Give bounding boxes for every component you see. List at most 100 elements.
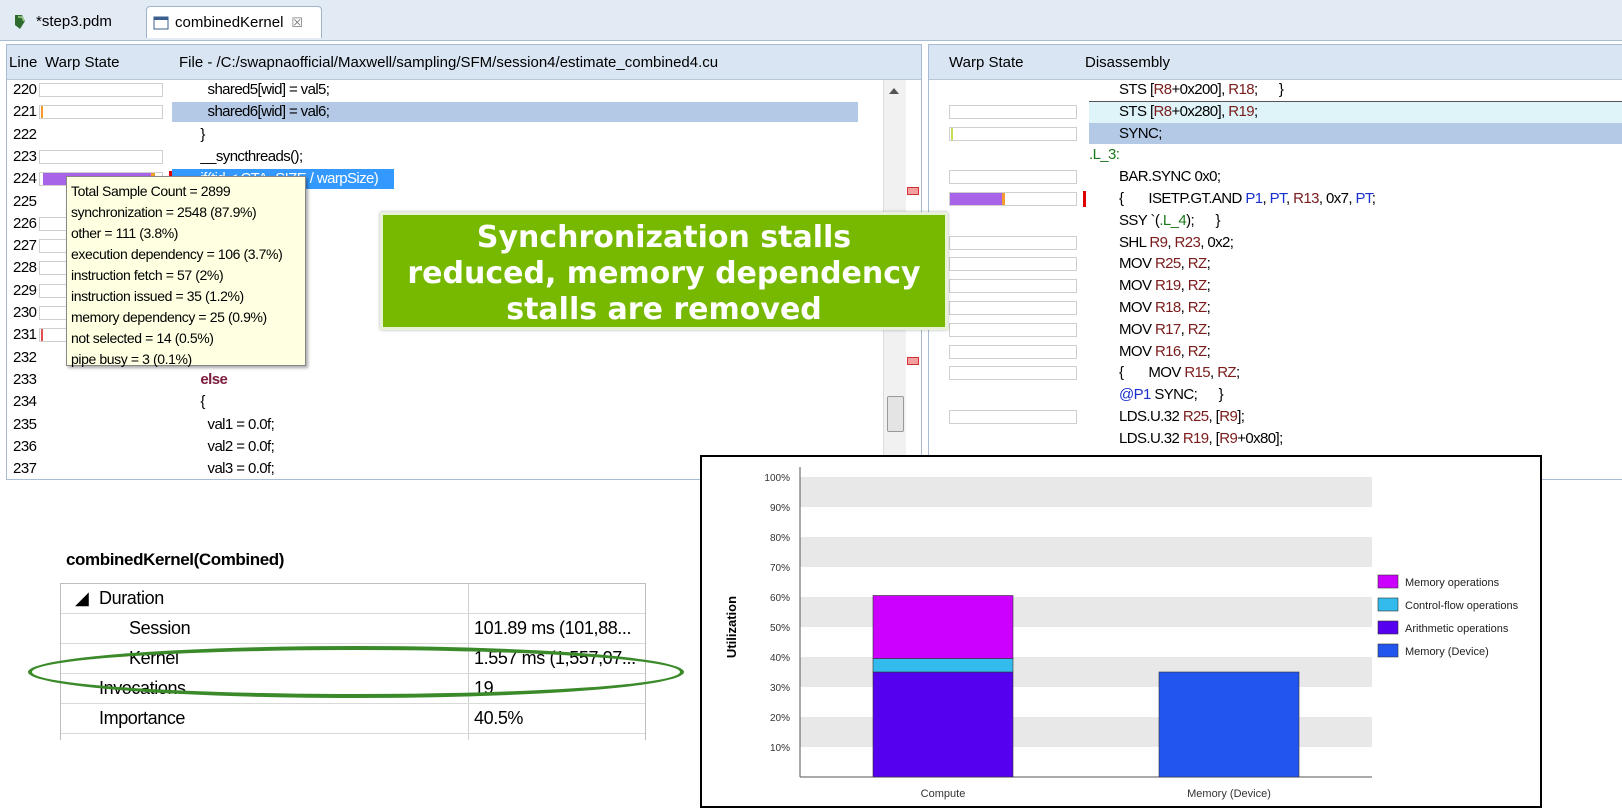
tab-combined-kernel[interactable]: combinedKernel ☒: [146, 6, 322, 38]
warp-state-bar[interactable]: [949, 322, 1077, 337]
source-line[interactable]: 233 else: [7, 369, 883, 391]
code-token: ;: [1206, 277, 1211, 295]
warp-state-bar[interactable]: [949, 410, 1077, 424]
scroll-up-arrow-icon[interactable]: [889, 88, 899, 94]
marker-tick[interactable]: [907, 357, 919, 365]
property-group-duration[interactable]: ◢ Duration: [61, 584, 645, 614]
scroll-thumb[interactable]: [887, 396, 904, 432]
disassembly-line[interactable]: MOV R18, RZ;: [929, 297, 1622, 319]
disassembly-line[interactable]: SHL R9, R23, 0x2;: [929, 232, 1622, 254]
warp-state-bar[interactable]: [949, 235, 1077, 250]
code-token: STS [: [1119, 81, 1154, 98]
code-token: +0x280],: [1171, 102, 1229, 120]
disassembly-code: STS [R8+0x280], R19;: [1119, 101, 1258, 123]
source-line[interactable]: 222 }: [7, 124, 883, 146]
code-token: MOV: [1119, 342, 1155, 360]
code-token: ,: [1167, 233, 1175, 251]
source-code: else: [179, 370, 228, 388]
warp-state-bar[interactable]: [949, 301, 1077, 315]
code-token: ;: [1206, 299, 1211, 316]
code-token: .L_4: [1159, 211, 1187, 229]
editor-tab-bar: *step3.pdm combinedKernel ☒: [0, 0, 1622, 41]
y-tick-label: 10%: [770, 743, 790, 754]
code-token: R15: [1184, 364, 1211, 382]
disassembly-code: MOV R18, RZ;: [1119, 297, 1211, 319]
source-line[interactable]: 220 shared5[wid] = val5;: [7, 79, 883, 101]
code-token: R25: [1182, 408, 1209, 425]
column-header-line[interactable]: Line: [9, 54, 37, 71]
collapse-triangle-icon[interactable]: ◢: [75, 588, 89, 609]
disassembly-line[interactable]: LDS.U.32 R25, [R9];: [929, 406, 1622, 428]
disassembly-line[interactable]: STS [R8+0x280], R19;: [929, 100, 1622, 123]
disassembly-line[interactable]: SSY `(.L_4); }: [929, 210, 1622, 232]
code-token: ,: [1180, 255, 1188, 273]
disassembly-line[interactable]: STS [R8+0x200], R18; }: [929, 79, 1622, 101]
bar-segment[interactable]: [872, 671, 1014, 778]
disassembly-code: LDS.U.32 R19, [R9+0x80];: [1119, 428, 1283, 450]
code-token: ;: [1206, 342, 1211, 360]
disassembly-line[interactable]: MOV R17, RZ;: [929, 319, 1622, 341]
legend-swatch: [1377, 620, 1399, 635]
disassembly-line[interactable]: @P1 SYNC; }: [929, 384, 1622, 406]
properties-title: combinedKernel(Combined): [66, 550, 285, 569]
disassembly-line[interactable]: MOV R19, RZ;: [929, 275, 1622, 297]
column-header-disassembly[interactable]: Disassembly: [1085, 54, 1170, 71]
source-code: {: [179, 393, 205, 411]
y-axis-label: Utilization: [724, 596, 739, 658]
code-token: RZ: [1187, 320, 1207, 338]
code-token: ;: [1206, 255, 1211, 273]
code-token: ,: [1180, 277, 1188, 295]
warp-state-bar[interactable]: [949, 366, 1077, 381]
line-number: 222: [13, 125, 37, 143]
disassembly-line[interactable]: SYNC;: [929, 122, 1622, 145]
disassembly-code: { MOV R15, RZ;: [1119, 362, 1240, 384]
warp-state-bar[interactable]: [949, 257, 1077, 272]
bar-segment[interactable]: [872, 658, 1014, 673]
column-header-warp-state[interactable]: Warp State: [45, 54, 119, 71]
code-token: R16: [1154, 342, 1181, 360]
disassembly-line[interactable]: MOV R25, RZ;: [929, 253, 1622, 275]
bar-segment[interactable]: [872, 595, 1014, 659]
legend-label: Control-flow operations: [1405, 600, 1519, 612]
warp-state-bar[interactable]: [949, 126, 1077, 141]
column-header-warp-state[interactable]: Warp State: [949, 54, 1023, 71]
tab-step3-pdm[interactable]: *step3.pdm: [6, 6, 140, 37]
tooltip-line: pipe busy = 3 (0.1%): [71, 351, 192, 367]
code-token: .L_3:: [1089, 146, 1120, 164]
source-line[interactable]: 221 shared6[wid] = val6;: [7, 101, 883, 123]
property-row-session[interactable]: Session 101.89 ms (101,88...: [61, 614, 645, 644]
bar-segment[interactable]: [1158, 671, 1300, 778]
warp-state-bar[interactable]: [949, 279, 1077, 294]
marker-tick[interactable]: [907, 187, 919, 195]
code-token: MOV: [1119, 277, 1155, 295]
warp-state-bar[interactable]: [39, 105, 163, 120]
x-tick-label: Memory (Device): [1187, 788, 1271, 800]
disassembly-line[interactable]: { MOV R15, RZ;: [929, 362, 1622, 384]
warp-state-bar[interactable]: [949, 104, 1077, 119]
column-header-file[interactable]: File - /C:/swapnaofficial/Maxwell/sampli…: [179, 54, 718, 71]
warp-state-bar[interactable]: [949, 192, 1077, 206]
close-tab-icon[interactable]: ☒: [291, 15, 303, 31]
warp-state-bar[interactable]: [949, 170, 1077, 185]
warp-state-bar[interactable]: [39, 149, 163, 164]
disassembly-line[interactable]: { ISETP.GT.AND P1, PT, R13, 0x7, PT;: [929, 188, 1622, 210]
disassembly-line[interactable]: LDS.U.32 R19, [R9+0x80];: [929, 428, 1622, 450]
source-line[interactable]: 234 {: [7, 391, 883, 413]
disassembly-header: Warp State Disassembly: [929, 45, 1622, 80]
source-line[interactable]: 235 val1 = 0.0f;: [7, 414, 883, 436]
line-number: 237: [13, 460, 37, 478]
code-token: R19: [1228, 102, 1254, 120]
disassembly-code: MOV R16, RZ;: [1119, 341, 1211, 363]
warp-state-bar[interactable]: [39, 83, 163, 97]
property-row-importance[interactable]: Importance 40.5%: [61, 704, 645, 734]
code-token: R9: [1219, 429, 1238, 447]
disassembly-line[interactable]: BAR.SYNC 0x0;: [929, 166, 1622, 188]
disassembly-line[interactable]: .L_3:: [929, 144, 1622, 166]
legend-label: Memory (Device): [1405, 646, 1489, 658]
disassembly-line[interactable]: MOV R16, RZ;: [929, 341, 1622, 363]
source-line[interactable]: 223 __syncthreads();: [7, 146, 883, 168]
disassembly-code: SYNC;: [1119, 123, 1162, 145]
warp-state-bar[interactable]: [949, 344, 1077, 359]
y-tick-label: 50%: [770, 623, 790, 634]
property-value: 40.5%: [474, 708, 524, 728]
